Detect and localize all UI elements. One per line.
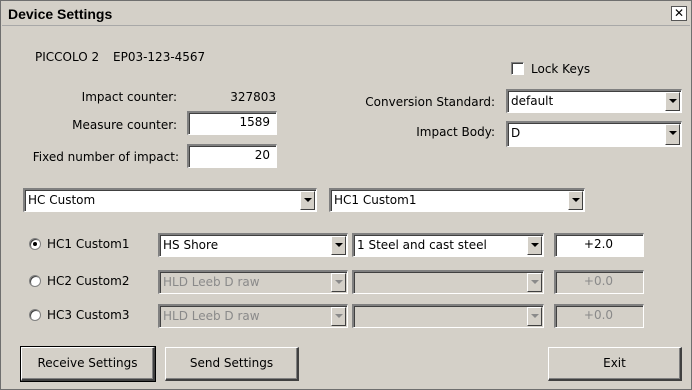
chevron-down-icon[interactable]	[527, 307, 542, 326]
custom3-scale-select[interactable]: HLD Leeb D raw	[158, 304, 348, 328]
send-settings-button[interactable]: Send Settings	[165, 347, 299, 381]
chevron-down-icon[interactable]	[331, 236, 346, 255]
impact-counter-label: Impact counter:	[81, 90, 177, 104]
close-icon[interactable]: ✕	[671, 6, 687, 21]
exit-button[interactable]: Exit	[548, 347, 682, 381]
impact-body-value: D	[511, 126, 521, 140]
conversion-standard-label: Conversion Standard:	[365, 95, 495, 109]
custom2-offset-field[interactable]: +0.0	[554, 270, 644, 294]
custom1-radio[interactable]	[29, 238, 41, 250]
custom3-label: HC3 Custom3	[47, 308, 130, 322]
device-serial: EP03-123-4567	[113, 50, 206, 64]
chevron-down-icon[interactable]	[568, 191, 583, 210]
chevron-down-icon[interactable]	[527, 273, 542, 292]
custom2-scale-value: HLD Leeb D raw	[163, 275, 260, 289]
device-settings-window: Device Settings ✕ PICCOLO 2 EP03-123-456…	[0, 0, 692, 390]
chevron-down-icon[interactable]	[331, 307, 346, 326]
chevron-down-icon[interactable]	[331, 273, 346, 292]
measure-counter-field[interactable]: 1589	[187, 111, 277, 135]
custom-scale-value: HC1 Custom1	[334, 193, 417, 207]
impact-body-label: Impact Body:	[416, 125, 495, 139]
conversion-standard-value: default	[511, 94, 554, 108]
chevron-down-icon[interactable]	[665, 92, 680, 111]
title-bar: Device Settings ✕	[2, 2, 690, 26]
custom3-offset-field[interactable]: +0.0	[554, 304, 644, 328]
fixed-impact-label: Fixed number of impact:	[32, 150, 179, 164]
measure-counter-label: Measure counter:	[72, 118, 177, 132]
fixed-impact-field[interactable]: 20	[187, 144, 277, 168]
custom2-material-select[interactable]	[352, 270, 544, 294]
custom1-offset-field[interactable]: +2.0	[554, 233, 644, 257]
chevron-down-icon[interactable]	[665, 124, 680, 145]
impact-body-select[interactable]: D	[506, 121, 682, 147]
custom1-scale-value: HS Shore	[163, 238, 219, 252]
custom1-material-value: 1 Steel and cast steel	[357, 238, 487, 252]
impact-counter-value: 327803	[230, 90, 276, 104]
custom1-material-select[interactable]: 1 Steel and cast steel	[352, 233, 544, 257]
custom2-scale-select[interactable]: HLD Leeb D raw	[158, 270, 348, 294]
conversion-standard-select[interactable]: default	[506, 89, 682, 113]
window-title: Device Settings	[8, 6, 113, 22]
custom1-label: HC1 Custom1	[47, 237, 130, 251]
chevron-down-icon[interactable]	[527, 236, 542, 255]
custom3-radio[interactable]	[29, 309, 41, 321]
lock-keys-label: Lock Keys	[531, 62, 591, 76]
custom1-scale-select[interactable]: HS Shore	[158, 233, 348, 257]
custom2-label: HC2 Custom2	[47, 274, 130, 288]
custom3-scale-value: HLD Leeb D raw	[163, 309, 260, 323]
custom2-radio[interactable]	[29, 275, 41, 287]
device-model: PICCOLO 2	[35, 50, 100, 64]
custom3-material-select[interactable]	[352, 304, 544, 328]
custom-scale-select[interactable]: HC1 Custom1	[329, 188, 585, 212]
lock-keys-checkbox[interactable]	[511, 62, 524, 75]
chevron-down-icon[interactable]	[300, 191, 315, 210]
hardness-scale-value: HC Custom	[28, 193, 96, 207]
receive-settings-button[interactable]: Receive Settings	[20, 346, 156, 382]
hardness-scale-select[interactable]: HC Custom	[23, 188, 317, 212]
